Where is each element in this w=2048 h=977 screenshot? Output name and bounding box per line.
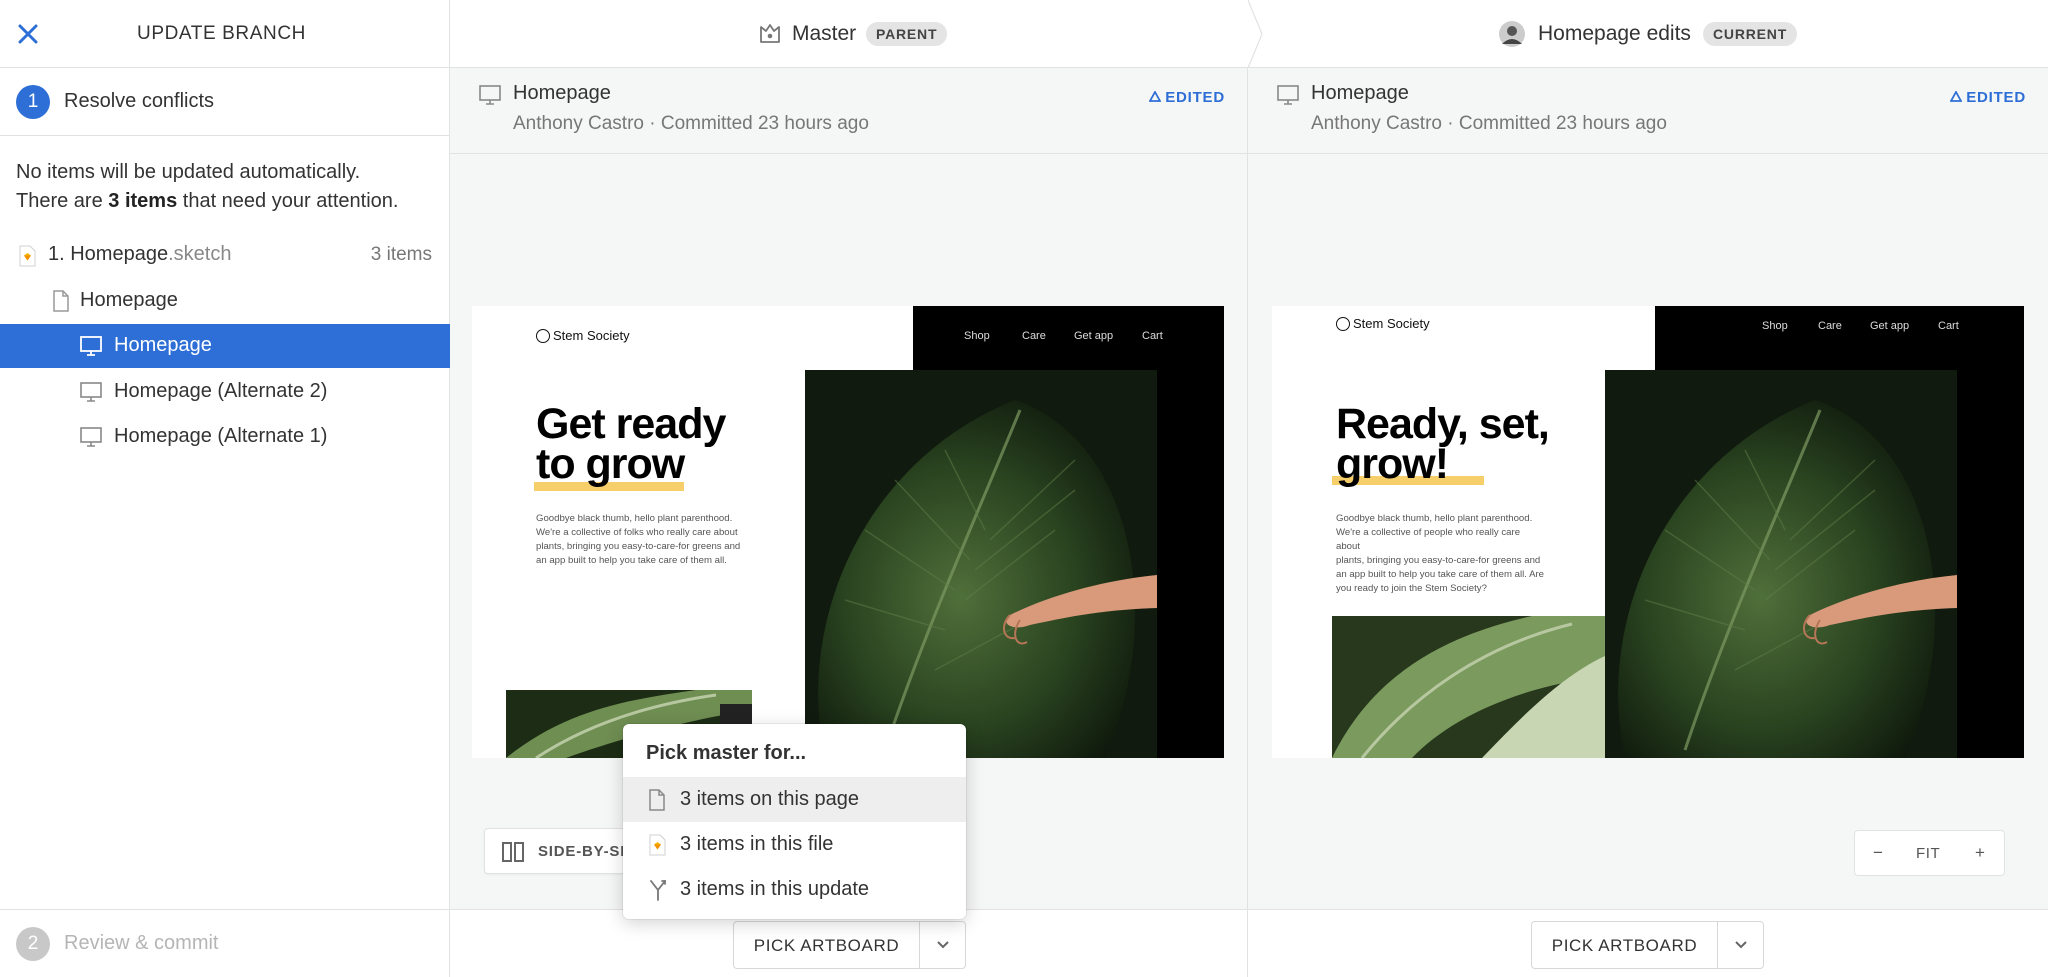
warning-triangle-icon [1950,91,1963,102]
file-item-count: 3 items [370,244,432,265]
branch-name: Homepage edits [1538,22,1691,45]
preview-nav-item: Shop [1762,320,1788,332]
edited-badge: EDITED [1149,89,1225,106]
header-current: Homepage edits CURRENT [1248,0,2048,68]
tree-page-row[interactable]: Homepage [0,279,450,323]
preview-body: Goodbye black thumb, hello plant parenth… [1336,513,1544,594]
current-pane: Homepage Anthony Castro · Committed 23 h… [1248,68,2048,909]
artboard-preview[interactable]: Shop Care Get app Cart Stem Society Get … [472,306,1224,758]
preview-headline: Get ready to grow [536,400,726,488]
avatar [1499,21,1525,47]
preview-nav-item: Care [1818,320,1842,332]
menu-item-file[interactable]: 3 items in this file [623,822,966,867]
preview-logo: Stem Society [536,328,630,343]
step-number: 1 [16,85,50,119]
page-label: Homepage [80,289,178,311]
artboard-icon [80,336,102,356]
conflict-summary: No items will be updated automatically. … [16,158,398,216]
plant-photo [1605,370,1957,758]
tree-artboard-row[interactable]: Homepage [0,324,450,368]
sketch-file-icon [19,245,36,267]
leaf-photo [1332,616,1605,758]
tree-artboard-row[interactable]: Homepage (Alternate 1) [0,415,450,459]
summary-line-2: There are 3 items that need your attenti… [16,190,399,212]
preview-nav-item: Care [1022,330,1046,342]
artboard-icon [479,85,501,105]
preview-body: Goodbye black thumb, hello plant parenth… [536,513,741,566]
artboard-title: Homepage [1311,82,1409,104]
sketch-file-icon [649,834,666,856]
items-count: 3 items [108,190,178,212]
artboard-info: Homepage Anthony Castro · Committed 23 h… [450,68,1247,154]
pick-artboard-button[interactable]: PICK ARTBOARD [734,936,919,956]
edited-badge: EDITED [1950,89,2026,106]
tree-artboard-row[interactable]: Homepage (Alternate 2) [0,370,450,414]
artboard-preview[interactable]: Shop Care Get app Cart Stem Society Read… [1272,306,2024,758]
pick-artboard-split-button: PICK ARTBOARD [1531,921,1764,969]
sidebar-title: UPDATE BRANCH [137,23,306,44]
preview-nav-item: Get app [1074,330,1114,342]
comparison-header: Master PARENT Homepage edits CURRENT [450,0,2048,68]
header-parent: Master PARENT [450,0,1248,68]
tree-file-row[interactable]: 1. Homepage.sketch 3 items [0,233,450,277]
menu-title: Pick master for... [646,742,807,764]
page-icon [53,290,69,312]
artboard-icon [80,382,102,402]
summary-line-1: No items will be updated automatically. [16,161,361,183]
commit-meta: Anthony Castro · Committed 23 hours ago [1311,113,1667,134]
commit-meta: Anthony Castro · Committed 23 hours ago [513,113,869,134]
menu-item-label: 3 items in this file [680,833,834,855]
side-by-side-icon [502,842,524,862]
sidebar: UPDATE BRANCH 1 Resolve conflicts No ite… [0,0,450,977]
zoom-in-button[interactable]: + [1975,843,1985,863]
artboard-icon [1277,85,1299,105]
artboard-title: Homepage [513,82,611,104]
artboard-info: Homepage Anthony Castro · Committed 23 h… [1248,68,2048,154]
current-actions: PICK ARTBOARD [1248,909,2048,977]
merge-icon [650,880,666,901]
chevron-down-icon[interactable] [920,922,966,968]
pick-master-menu: Pick master for... 3 items on this page … [623,724,966,919]
artboard-label: Homepage (Alternate 2) [114,380,328,402]
preview-nav-item: Cart [1938,320,1959,332]
file-name: 1. Homepage.sketch [48,243,232,265]
current-badge: CURRENT [1703,22,1798,46]
menu-item-page[interactable]: 3 items on this page [623,777,966,822]
page-icon [649,789,665,811]
preview-nav-item: Get app [1870,320,1910,332]
artboard-label: Homepage [114,334,212,356]
zoom-control: − FIT + [1854,830,2005,876]
artboard-label: Homepage (Alternate 1) [114,425,328,447]
zoom-fit-button[interactable]: FIT [1916,845,1940,862]
branch-name: Master [792,22,857,45]
menu-item-label: 3 items on this page [680,788,859,810]
preview-nav-item: Shop [964,330,990,342]
sidebar-header: UPDATE BRANCH [0,0,450,68]
zoom-out-button[interactable]: − [1873,843,1883,863]
chevron-down-icon[interactable] [1718,922,1764,968]
pick-artboard-button[interactable]: PICK ARTBOARD [1532,936,1717,956]
step-review-commit[interactable]: 2 Review & commit [0,909,450,977]
preview-nav-item: Cart [1142,330,1163,342]
pick-artboard-split-button: PICK ARTBOARD [733,921,966,969]
artboard-icon [80,427,102,447]
preview-headline: Ready, set, grow! [1336,400,1550,488]
preview-logo: Stem Society [1336,316,1430,331]
crown-icon [760,24,780,43]
warning-triangle-icon [1149,91,1162,102]
parent-actions: PICK ARTBOARD [450,909,1248,977]
menu-item-label: 3 items in this update [680,878,869,900]
step-number: 2 [16,927,50,961]
step-resolve-conflicts[interactable]: 1 Resolve conflicts [0,68,450,136]
plant-photo [805,370,1157,758]
menu-item-update[interactable]: 3 items in this update [623,867,966,912]
step-label: Review & commit [64,932,219,954]
parent-badge: PARENT [866,22,948,46]
step-label: Resolve conflicts [64,90,215,112]
